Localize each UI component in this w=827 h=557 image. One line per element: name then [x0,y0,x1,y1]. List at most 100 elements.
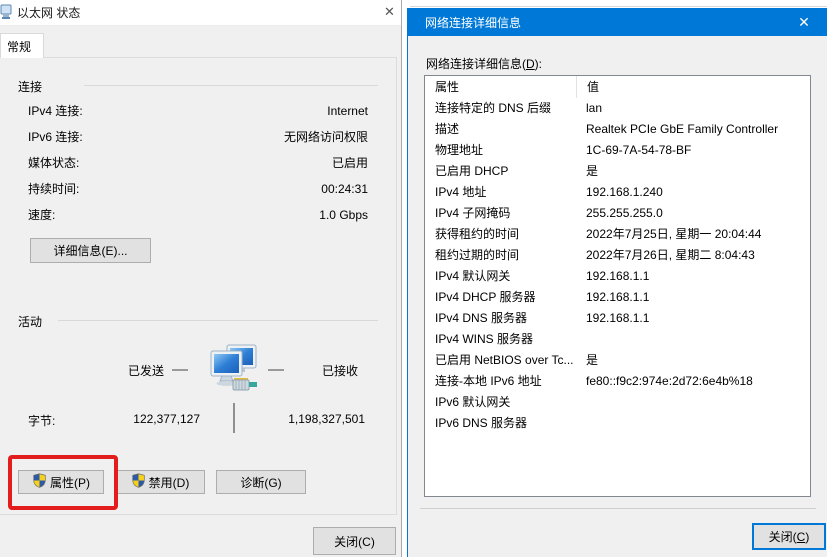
status-value: 已启用 [332,156,368,182]
table-row[interactable]: 获得租约的时间 2022年7月25日, 星期一 20:04:44 [425,224,810,245]
column-header-value[interactable]: 值 [576,76,810,98]
property-cell: IPv6 DNS 服务器 [425,413,576,434]
dash-line [268,369,284,371]
group-line [84,85,378,86]
status-value: Internet [327,104,368,130]
status-row: IPv6 连接: 无网络访问权限 [28,130,368,156]
value-cell: 192.168.1.240 [576,182,810,203]
status-label: IPv4 连接: [28,104,83,130]
connection-status-list: IPv4 连接: Internet IPv6 连接: 无网络访问权限 媒体状态:… [28,104,368,234]
table-row[interactable]: 已启用 NetBIOS over Tc... 是 [425,350,810,371]
bytes-sent-value: 122,377,127 [110,412,200,426]
table-row[interactable]: IPv4 DHCP 服务器 192.168.1.1 [425,287,810,308]
value-cell: 2022年7月25日, 星期一 20:04:44 [576,224,810,245]
status-label: 媒体状态: [28,156,79,182]
status-row: 速度: 1.0 Gbps [28,208,368,234]
property-cell: 获得租约的时间 [425,224,576,245]
window-title: 以太网 状态 [17,4,80,21]
disable-button-label: 禁用(D) [149,474,190,491]
listview-body: 连接特定的 DNS 后缀 lan 描述 Realtek PCIe GbE Fam… [425,98,810,434]
sent-label: 已发送 [128,362,164,379]
property-cell: IPv4 默认网关 [425,266,576,287]
value-cell: 是 [576,161,810,182]
separator-line [420,508,816,509]
value-cell [576,392,810,413]
disable-button[interactable]: 禁用(D) [115,470,205,494]
screen: 以太网 状态 ✕ 常规 连接 IPv4 连接: Internet IPv6 连接… [0,0,827,557]
group-label-activity: 活动 [16,313,44,330]
property-cell: 描述 [425,119,576,140]
close-icon[interactable]: ✕ [783,8,825,36]
uac-shield-icon [131,473,146,491]
properties-button[interactable]: 属性(P) [18,470,104,494]
table-row[interactable]: 租约过期的时间 2022年7月26日, 星期二 8:04:43 [425,245,810,266]
table-row[interactable]: IPv4 子网掩码 255.255.255.0 [425,203,810,224]
table-row[interactable]: 连接特定的 DNS 后缀 lan [425,98,810,119]
close-icon[interactable]: ✕ [378,0,401,24]
status-value: 00:24:31 [321,182,368,208]
table-row[interactable]: IPv6 DNS 服务器 [425,413,810,434]
value-cell [576,329,810,350]
value-cell: 255.255.255.0 [576,203,810,224]
property-cell: IPv6 默认网关 [425,392,576,413]
status-label: IPv6 连接: [28,130,83,156]
value-cell: 1C-69-7A-54-78-BF [576,140,810,161]
ethernet-adapter-icon [0,4,13,24]
titlebar: 网络连接详细信息 ✕ [408,8,827,36]
details-listview[interactable]: 属性 值 连接特定的 DNS 后缀 lan 描述 Realtek PCIe Gb… [424,75,811,497]
table-row[interactable]: IPv4 默认网关 192.168.1.1 [425,266,810,287]
divider-line [233,403,235,433]
diagnose-button[interactable]: 诊断(G) [216,470,306,494]
details-list-label: 网络连接详细信息(D): [426,55,542,72]
details-button-label: 详细信息(E)... [54,242,128,259]
uac-shield-icon [32,473,47,491]
close-button[interactable]: 关闭(C) [313,527,396,555]
received-label: 已接收 [322,362,358,379]
tab-label: 常规 [7,38,31,55]
status-value: 无网络访问权限 [284,130,368,156]
property-cell: IPv4 DHCP 服务器 [425,287,576,308]
table-row[interactable]: IPv6 默认网关 [425,392,810,413]
value-cell: lan [576,98,810,119]
tab-general[interactable]: 常规 [0,33,44,58]
table-row[interactable]: 连接-本地 IPv6 地址 fe80::f9c2:974e:2d72:6e4b%… [425,371,810,392]
property-cell: 已启用 DHCP [425,161,576,182]
group-label-connection: 连接 [16,78,44,95]
table-row[interactable]: 已启用 DHCP 是 [425,161,810,182]
property-cell: IPv4 WINS 服务器 [425,329,576,350]
listview-header: 属性 值 [425,76,810,98]
network-details-dialog: 网络连接详细信息 ✕ 网络连接详细信息(D): 属性 值 连接特定的 DNS 后… [407,8,827,557]
bytes-received-value: 1,198,327,501 [255,412,365,426]
property-cell: 已启用 NetBIOS over Tc... [425,350,576,371]
diagnose-button-label: 诊断(G) [240,474,281,491]
table-row[interactable]: IPv4 地址 192.168.1.240 [425,182,810,203]
value-cell: 192.168.1.1 [576,308,810,329]
close-button[interactable]: 关闭(C) [752,523,826,550]
table-row[interactable]: IPv4 DNS 服务器 192.168.1.1 [425,308,810,329]
table-row[interactable]: IPv4 WINS 服务器 [425,329,810,350]
value-cell: Realtek PCIe GbE Family Controller [576,119,810,140]
property-cell: IPv4 地址 [425,182,576,203]
close-button-label: 关闭(C) [334,533,375,550]
table-row[interactable]: 物理地址 1C-69-7A-54-78-BF [425,140,810,161]
status-value: 1.0 Gbps [319,208,368,234]
property-cell: 物理地址 [425,140,576,161]
status-row: IPv4 连接: Internet [28,104,368,130]
value-cell: 2022年7月26日, 星期二 8:04:43 [576,245,810,266]
column-header-property[interactable]: 属性 [425,76,576,98]
table-row[interactable]: 描述 Realtek PCIe GbE Family Controller [425,119,810,140]
status-row: 持续时间: 00:24:31 [28,182,368,208]
titlebar: 以太网 状态 ✕ [0,0,401,26]
status-label: 速度: [28,208,55,234]
value-cell: 192.168.1.1 [576,287,810,308]
property-cell: 租约过期的时间 [425,245,576,266]
value-cell [576,413,810,434]
dash-line [172,369,188,371]
property-cell: IPv4 子网掩码 [425,203,576,224]
details-button[interactable]: 详细信息(E)... [30,238,151,263]
property-cell: IPv4 DNS 服务器 [425,308,576,329]
status-label: 持续时间: [28,182,79,208]
window-title: 网络连接详细信息 [408,14,521,31]
dual-monitor-network-icon [207,344,259,397]
ethernet-status-dialog: 以太网 状态 ✕ 常规 连接 IPv4 连接: Internet IPv6 连接… [0,0,402,557]
